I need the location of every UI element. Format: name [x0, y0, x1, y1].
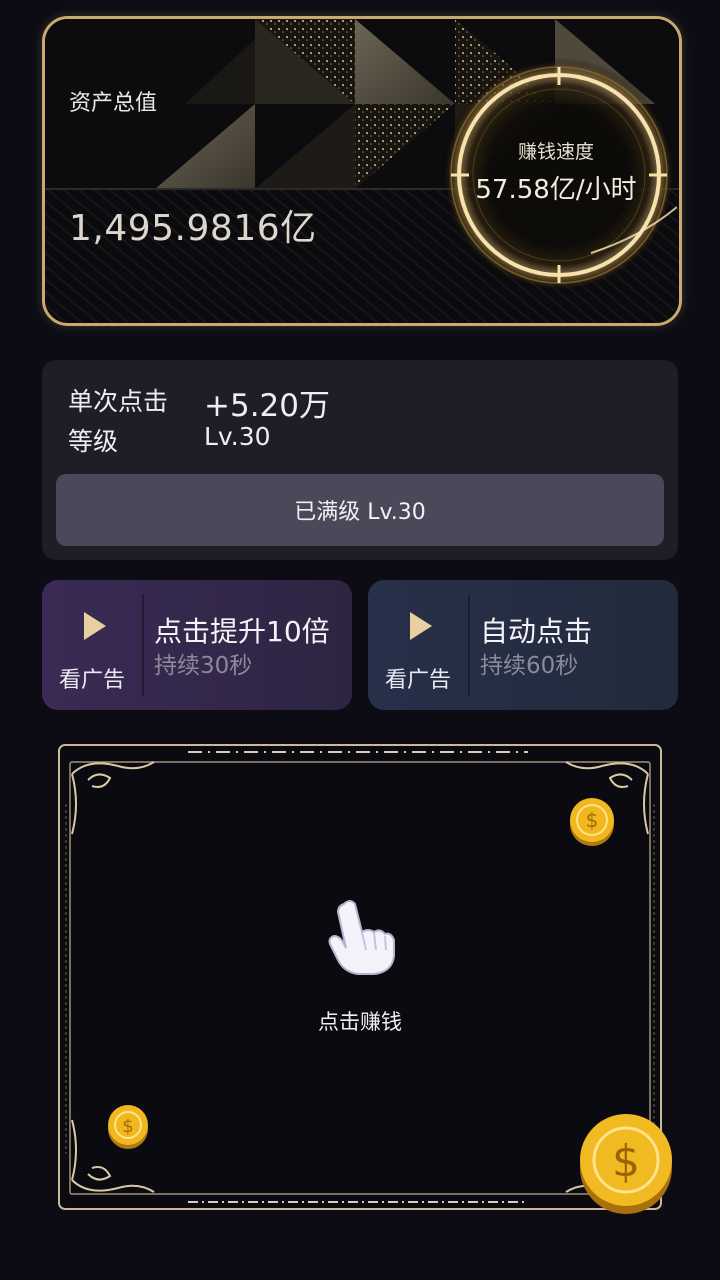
ad-divider: [142, 594, 144, 696]
play-icon: [410, 612, 432, 640]
watch-ad-label: 看广告: [384, 668, 451, 693]
level-value: Lv.30: [204, 422, 271, 451]
auto-click-title: 自动点击: [480, 615, 593, 648]
asset-card: 资产总值 1,495.9816亿 赚钱速度 57.58亿/小时: [42, 16, 682, 326]
speed-label: 赚钱速度: [517, 141, 594, 163]
boost-title: 点击提升10倍: [154, 615, 330, 648]
svg-text:$: $: [122, 1116, 133, 1137]
dollar-coin-icon: $: [570, 798, 614, 846]
svg-text:$: $: [612, 1136, 640, 1187]
svg-text:$: $: [586, 808, 599, 832]
click-info-panel: 单次点击 +5.20万 等级 Lv.30 已满级 Lv.30: [42, 360, 678, 560]
ad-divider: [468, 594, 470, 696]
ad-left-section: 看广告: [42, 580, 142, 710]
per-click-label: 单次点击: [68, 387, 169, 416]
auto-click-duration: 持续60秒: [480, 653, 579, 679]
asset-label: 资产总值: [69, 91, 158, 116]
play-icon: [84, 612, 106, 640]
dollar-coin-icon: $: [108, 1105, 148, 1149]
dollar-coin-icon: $: [580, 1114, 672, 1214]
ad-left-section: 看广告: [368, 580, 468, 710]
upgrade-maxed-button[interactable]: 已满级 Lv.30: [56, 474, 664, 546]
per-click-value: +5.20万: [204, 388, 330, 424]
pointing-hand-icon: [328, 900, 395, 975]
boost-ad-button[interactable]: 看广告 点击提升10倍 持续30秒: [42, 580, 352, 710]
watch-ad-label: 看广告: [58, 668, 125, 693]
level-label: 等级: [68, 427, 119, 456]
speed-value: 57.58亿/小时: [475, 175, 637, 205]
asset-value: 1,495.9816亿: [69, 208, 317, 249]
auto-click-ad-button[interactable]: 看广告 自动点击 持续60秒: [368, 580, 678, 710]
tap-to-earn-label: 点击赚钱: [318, 1010, 402, 1034]
boost-duration: 持续30秒: [154, 653, 253, 679]
